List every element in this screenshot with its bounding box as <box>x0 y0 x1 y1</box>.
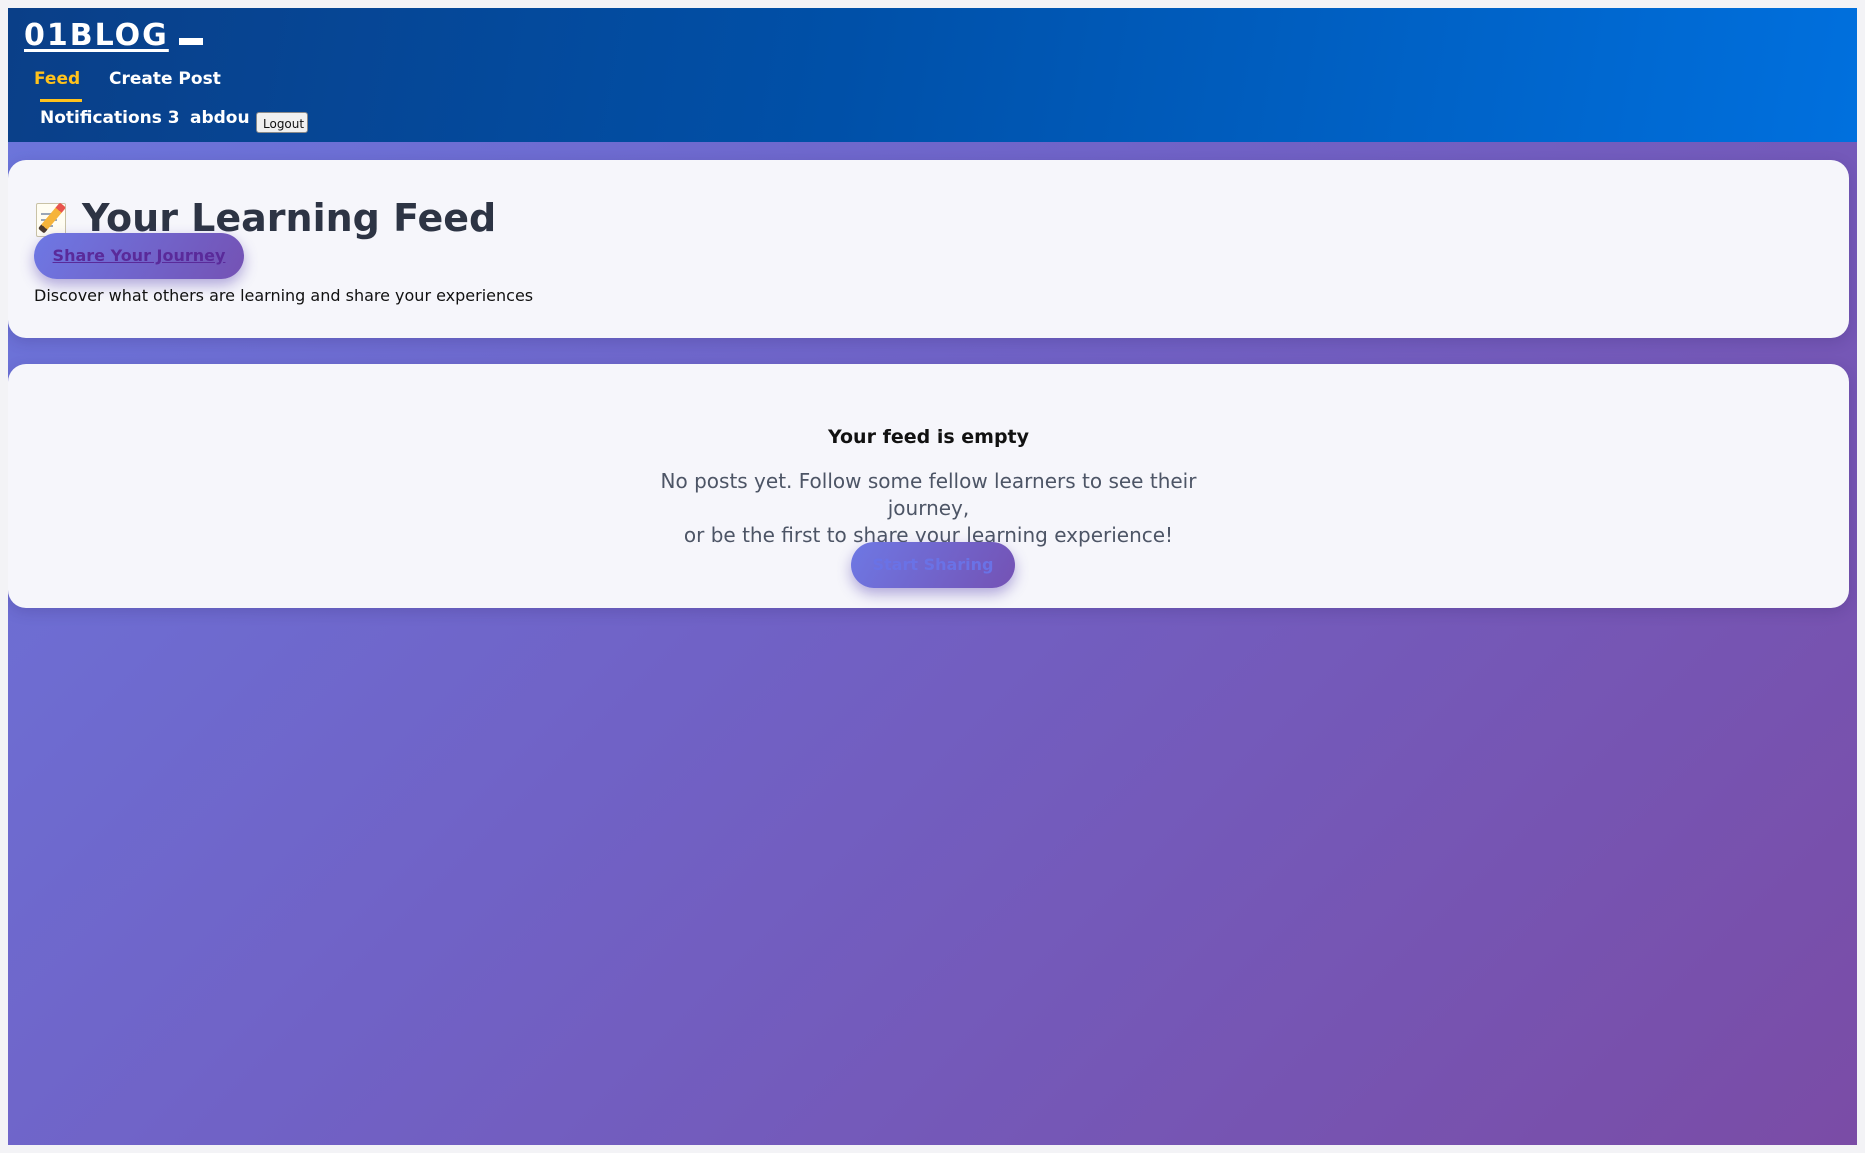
start-sharing-button[interactable]: Start Sharing <box>851 542 1015 588</box>
page-subtitle: Discover what others are learning and sh… <box>34 286 534 305</box>
feed-intro-card: Your Learning Feed Share Your Journey Di… <box>8 160 1849 338</box>
nav-feed-link[interactable]: Feed <box>34 69 80 89</box>
top-navigation-bar: 01BLOG Feed Create Post Notifications 3 … <box>8 8 1857 142</box>
empty-state-line-1: No posts yet. Follow some fellow learner… <box>660 469 1197 520</box>
share-your-journey-button[interactable]: Share Your Journey <box>34 233 244 279</box>
brand-text: 01BLOG <box>24 18 169 53</box>
empty-state-title: Your feed is empty <box>827 426 1030 448</box>
active-nav-indicator <box>40 99 82 102</box>
brand-logo[interactable]: 01BLOG <box>24 18 203 53</box>
app-background: 01BLOG Feed Create Post Notifications 3 … <box>8 8 1857 1145</box>
nav-notifications-link[interactable]: Notifications 3 <box>40 108 180 128</box>
nav-create-post-link[interactable]: Create Post <box>109 69 221 89</box>
nav-username-link[interactable]: abdou <box>190 108 250 128</box>
empty-feed-card: Your feed is empty No posts yet. Follow … <box>8 364 1849 608</box>
empty-state-description: No posts yet. Follow some fellow learner… <box>628 468 1229 549</box>
logout-button[interactable]: Logout <box>256 112 308 133</box>
memo-icon <box>34 199 72 237</box>
cursor-icon <box>178 38 203 45</box>
